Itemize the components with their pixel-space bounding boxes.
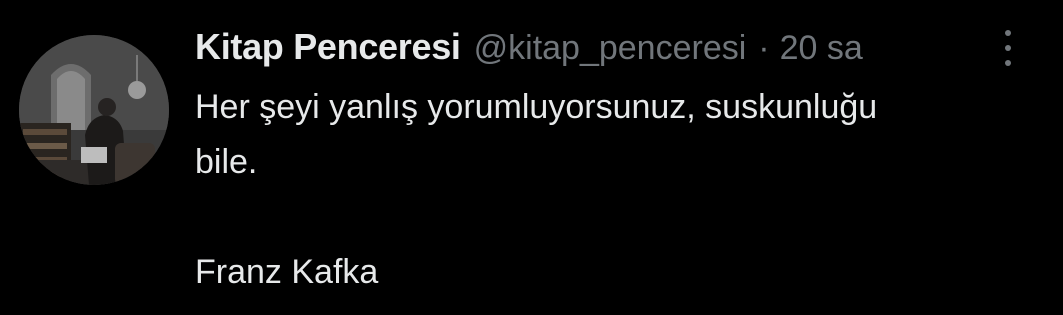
avatar-image: [19, 35, 169, 185]
more-options-vertical-icon[interactable]: [993, 30, 1023, 66]
tweet-text-line: bile.: [195, 143, 258, 181]
tweet-header: Kitap Penceresi @kitap_penceresi · 20 sa: [195, 26, 1023, 78]
separator-dot: ·: [758, 29, 770, 67]
more-dot: [1005, 30, 1011, 36]
tweet[interactable]: Kitap Penceresi @kitap_penceresi · 20 sa…: [0, 0, 1063, 315]
user-handle[interactable]: @kitap_penceresi: [474, 29, 747, 68]
tweet-text-line: Her şeyi yanlış yorumluyorsunuz, suskunl…: [195, 88, 878, 126]
tweet-text-author: Franz Kafka: [195, 253, 379, 291]
more-dot: [1005, 60, 1011, 66]
tweet-header-area: Kitap Penceresi @kitap_penceresi · 20 sa: [195, 26, 1023, 78]
timestamp[interactable]: 20 sa: [780, 29, 863, 68]
display-name[interactable]: Kitap Penceresi: [195, 26, 461, 68]
avatar[interactable]: [19, 35, 169, 185]
tweet-text: Her şeyi yanlış yorumluyorsunuz, suskunl…: [195, 80, 1035, 300]
more-dot: [1005, 45, 1011, 51]
